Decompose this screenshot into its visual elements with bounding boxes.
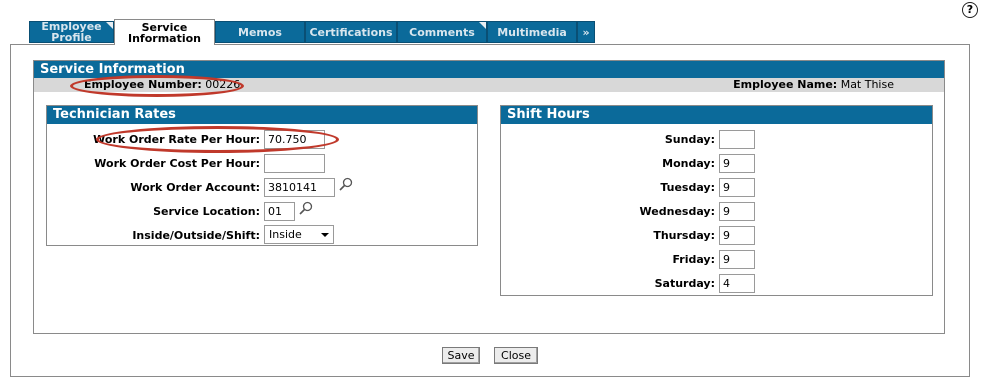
day-row: Tuesday: [501,178,715,197]
work-order-account-label: Work Order Account: [130,181,260,194]
service-location-input[interactable] [264,202,295,221]
shift-hours-title: Shift Hours [501,106,932,124]
tab-comments[interactable]: Comments [397,21,487,43]
technician-rates-title: Technician Rates [47,106,477,124]
employee-info-bar: Employee Number: 00226 Employee Name: Ma… [34,78,944,92]
day-label: Monday: [662,157,715,170]
day-hours-input[interactable] [719,250,755,269]
work-order-rate-input[interactable] [264,130,325,149]
day-row: Friday: [501,250,715,269]
search-icon[interactable] [339,177,353,191]
work-order-cost-label: Work Order Cost Per Hour: [94,157,260,170]
field-row-shift: Inside/Outside/Shift: [47,226,260,245]
day-hours-input[interactable] [719,226,755,245]
tab-label: Comments [409,25,475,39]
tab-corner [479,22,486,29]
day-label: Wednesday: [639,205,715,218]
tab-label: Multimedia [497,25,567,39]
day-label: Sunday: [664,133,715,146]
close-button[interactable]: Close [494,347,538,364]
employee-name-label: Employee Name: [733,78,838,91]
day-hours-input[interactable] [719,154,755,173]
tab-service-information[interactable]: Service Information [114,19,215,45]
day-row: Wednesday: [501,202,715,221]
day-row: Sunday: [501,130,715,149]
day-row: Saturday: [501,274,715,293]
tab-multimedia[interactable]: Multimedia [487,21,577,43]
field-row-account: Work Order Account: [47,178,260,197]
day-label: Saturday: [654,277,715,290]
tab-label: Service Information [128,20,201,45]
chevron-down-icon [321,233,329,237]
work-order-rate-label: Work Order Rate Per Hour: [93,133,260,146]
field-row-location: Service Location: [47,202,260,221]
save-button[interactable]: Save [442,347,480,364]
inside-outside-shift-select[interactable]: Inside [264,225,334,244]
day-label: Friday: [672,253,715,266]
day-label: Thursday: [653,229,715,242]
day-hours-input[interactable] [719,130,755,149]
tab-more[interactable]: » [577,21,595,43]
technician-rates-box [46,105,478,246]
employee-name: Employee Name: Mat Thise [733,78,894,92]
tab-label: Memos [238,25,282,39]
employee-number-label: Employee Number: [84,78,202,91]
service-location-label: Service Location: [153,205,260,218]
inside-outside-shift-label: Inside/Outside/Shift: [132,229,260,242]
day-label: Tuesday: [660,181,715,194]
day-hours-input[interactable] [719,178,755,197]
section-title: Service Information [34,61,944,78]
tab-certifications[interactable]: Certifications [305,21,397,43]
work-order-cost-input[interactable] [264,154,325,173]
select-value: Inside [269,228,302,241]
day-hours-input[interactable] [719,202,755,221]
field-row-cost: Work Order Cost Per Hour: [47,154,260,173]
tab-employee-profile[interactable]: Employee Profile [29,21,114,43]
field-row-rate: Work Order Rate Per Hour: [47,130,260,149]
tab-label: Certifications [309,25,393,39]
employee-number-value: 00226 [205,78,241,91]
employee-name-value: Mat Thise [840,78,894,91]
day-hours-input[interactable] [719,274,755,293]
chevron-right-icon: » [582,25,590,39]
tab-label: Employee Profile [41,20,102,44]
tab-corner [106,22,113,29]
employee-number: Employee Number: 00226 [84,78,240,92]
day-row: Thursday: [501,226,715,245]
day-row: Monday: [501,154,715,173]
help-icon[interactable]: ? [962,2,978,18]
tab-memos[interactable]: Memos [215,21,305,43]
work-order-account-input[interactable] [264,178,335,197]
search-icon[interactable] [299,201,313,215]
